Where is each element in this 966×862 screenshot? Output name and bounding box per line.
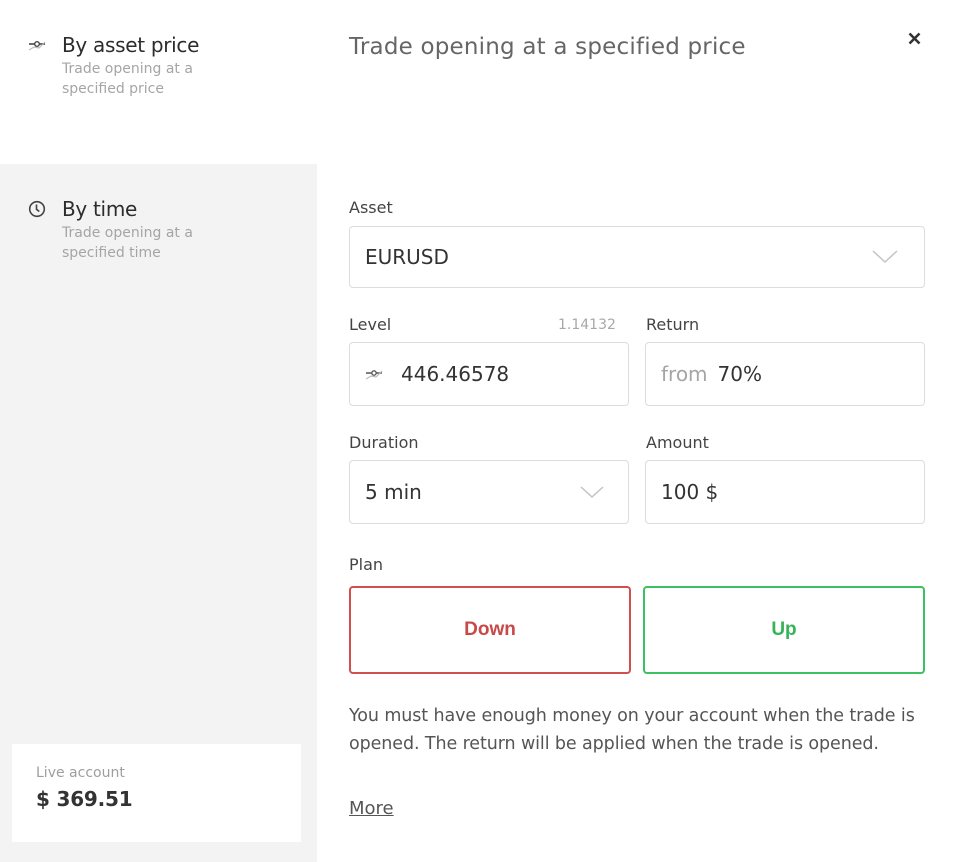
- account-balance: $ 369.51: [36, 787, 133, 811]
- level-input[interactable]: 446.46578: [349, 342, 629, 406]
- mode-subtitle: Trade opening at a specified time: [62, 225, 193, 261]
- duration-label: Duration: [349, 433, 419, 452]
- amount-value: 100 $: [661, 480, 719, 504]
- duration-value: 5 min: [365, 480, 422, 504]
- level-label: Level: [349, 315, 392, 334]
- mode-title: By asset price: [62, 33, 200, 57]
- account-label: Live account: [36, 765, 125, 781]
- amount-input[interactable]: 100 $: [645, 460, 925, 524]
- chevron-down-icon: [580, 480, 604, 504]
- account-card: Live account $ 369.51: [12, 744, 301, 842]
- mode-by-asset-price[interactable]: By asset price Trade opening at a specif…: [28, 33, 308, 99]
- return-field: from 70%: [645, 342, 925, 406]
- close-button[interactable]: [903, 28, 925, 50]
- down-button[interactable]: Down: [349, 586, 631, 674]
- level-value: 446.46578: [401, 362, 510, 386]
- chevron-down-icon: [872, 245, 898, 269]
- plan-label: Plan: [349, 555, 384, 574]
- clock-icon: [28, 199, 48, 219]
- asset-value: EURUSD: [365, 245, 449, 269]
- return-value: 70%: [717, 362, 762, 386]
- amount-label: Amount: [646, 433, 709, 452]
- mode-by-time[interactable]: By time Trade opening at a specified tim…: [28, 197, 308, 263]
- mode-subtitle: Trade opening at a specified price: [62, 61, 193, 97]
- return-prefix: from: [661, 362, 708, 386]
- price-level-icon: [365, 368, 383, 380]
- return-label: Return: [646, 315, 700, 334]
- asset-label: Asset: [349, 198, 393, 217]
- dialog-title: Trade opening at a specified price: [349, 34, 746, 60]
- asset-select[interactable]: EURUSD: [349, 226, 925, 288]
- close-icon: [908, 30, 921, 49]
- duration-select[interactable]: 5 min: [349, 460, 629, 524]
- current-price: 1.14132: [558, 317, 616, 333]
- mode-title: By time: [62, 197, 137, 221]
- more-link[interactable]: More: [349, 798, 394, 819]
- up-button[interactable]: Up: [643, 586, 925, 674]
- notice-text: You must have enough money on your accou…: [349, 706, 915, 754]
- price-level-icon: [28, 35, 48, 55]
